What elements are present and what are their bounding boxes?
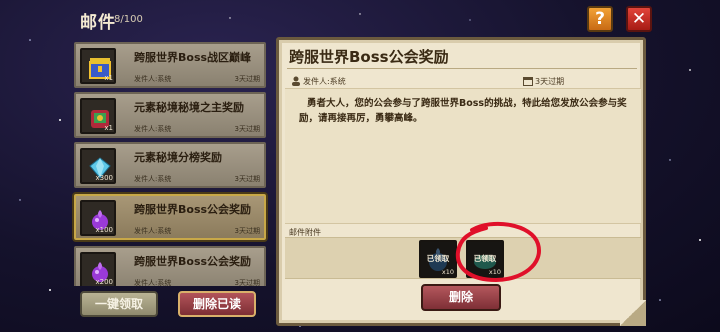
mail-sender: 发件人:系统 <box>134 227 172 235</box>
item-quantity: x300 <box>95 174 113 182</box>
item-quantity: x100 <box>95 226 113 234</box>
mail-expiry: 3天过期 <box>234 175 260 183</box>
delete-read-button[interactable]: 删除已读 <box>178 291 256 317</box>
mail-title: 跨服世界Boss战区巅峰 <box>134 51 252 64</box>
mail-list: x1 跨服世界Boss战区巅峰 发件人:系统 3天过期 x1 元素秘境秘境之主奖… <box>72 38 268 286</box>
mail-item[interactable]: x300 元素秘境分榜奖励 发件人:系统 3天过期 <box>74 142 266 188</box>
mail-count: 8/100 <box>114 14 143 25</box>
mail-title: 跨服世界Boss公会奖励 <box>134 203 252 216</box>
content-box: 勇者大人，您的公会参与了跨服世界Boss的挑战，特此给您发放公会参与奖励，请再接… <box>285 88 641 224</box>
calendar-icon <box>523 77 533 86</box>
mail-item[interactable]: x200 跨服世界Boss公会奖励 发件人:系统 3天过期 <box>74 246 266 286</box>
mail-expiry: 3天过期 <box>234 75 260 83</box>
page-title: 邮件 <box>80 13 116 33</box>
mail-expiry: 3天过期 <box>234 279 260 286</box>
mail-item[interactable]: x1 元素秘境秘境之主奖励 发件人:系统 3天过期 <box>74 92 266 138</box>
detail-title: 跨服世界Boss公会奖励 <box>289 48 449 66</box>
delete-button[interactable]: 删除 <box>421 284 501 311</box>
item-quantity: x1 <box>104 74 113 82</box>
mail-expiry: 3天过期 <box>234 125 260 133</box>
mail-sender: 发件人:系统 <box>134 175 172 183</box>
collect-all-button[interactable]: 一键领取 <box>80 291 158 317</box>
detail-expiry: 3天过期 <box>535 77 565 86</box>
help-button[interactable]: ? <box>587 6 613 32</box>
bag-icon: x1 <box>80 98 116 134</box>
mail-sender: 发件人:系统 <box>134 279 172 286</box>
mail-expiry: 3天过期 <box>234 227 260 235</box>
detail-sender: 发件人:系统 <box>303 77 346 86</box>
close-button[interactable]: ✕ <box>626 6 652 32</box>
user-icon <box>292 76 300 86</box>
item-quantity: x1 <box>104 124 113 132</box>
annotation-circle <box>455 221 541 283</box>
claimed-label: 已领取 <box>426 254 450 263</box>
mail-title: 跨服世界Boss公会奖励 <box>134 255 252 268</box>
mail-title: 元素秘境秘境之主奖励 <box>134 101 244 114</box>
mail-title: 元素秘境分榜奖励 <box>134 151 222 164</box>
page-curl-decoration <box>620 300 646 326</box>
gem-icon: x300 <box>80 148 116 184</box>
mail-sender: 发件人:系统 <box>134 75 172 83</box>
mail-item[interactable]: x1 跨服世界Boss战区巅峰 发件人:系统 3天过期 <box>74 42 266 88</box>
potion-icon: x200 <box>80 252 116 286</box>
item-quantity: x200 <box>95 278 113 286</box>
chest-icon: x1 <box>80 48 116 84</box>
mail-content: 勇者大人，您的公会参与了跨服世界Boss的挑战，特此给您发放公会参与奖励，请再接… <box>299 98 627 124</box>
divider <box>287 68 637 69</box>
mail-sender: 发件人:系统 <box>134 125 172 133</box>
potion-icon: x100 <box>80 200 116 236</box>
mail-item-selected[interactable]: x100 跨服世界Boss公会奖励 发件人:系统 3天过期 <box>74 194 266 240</box>
